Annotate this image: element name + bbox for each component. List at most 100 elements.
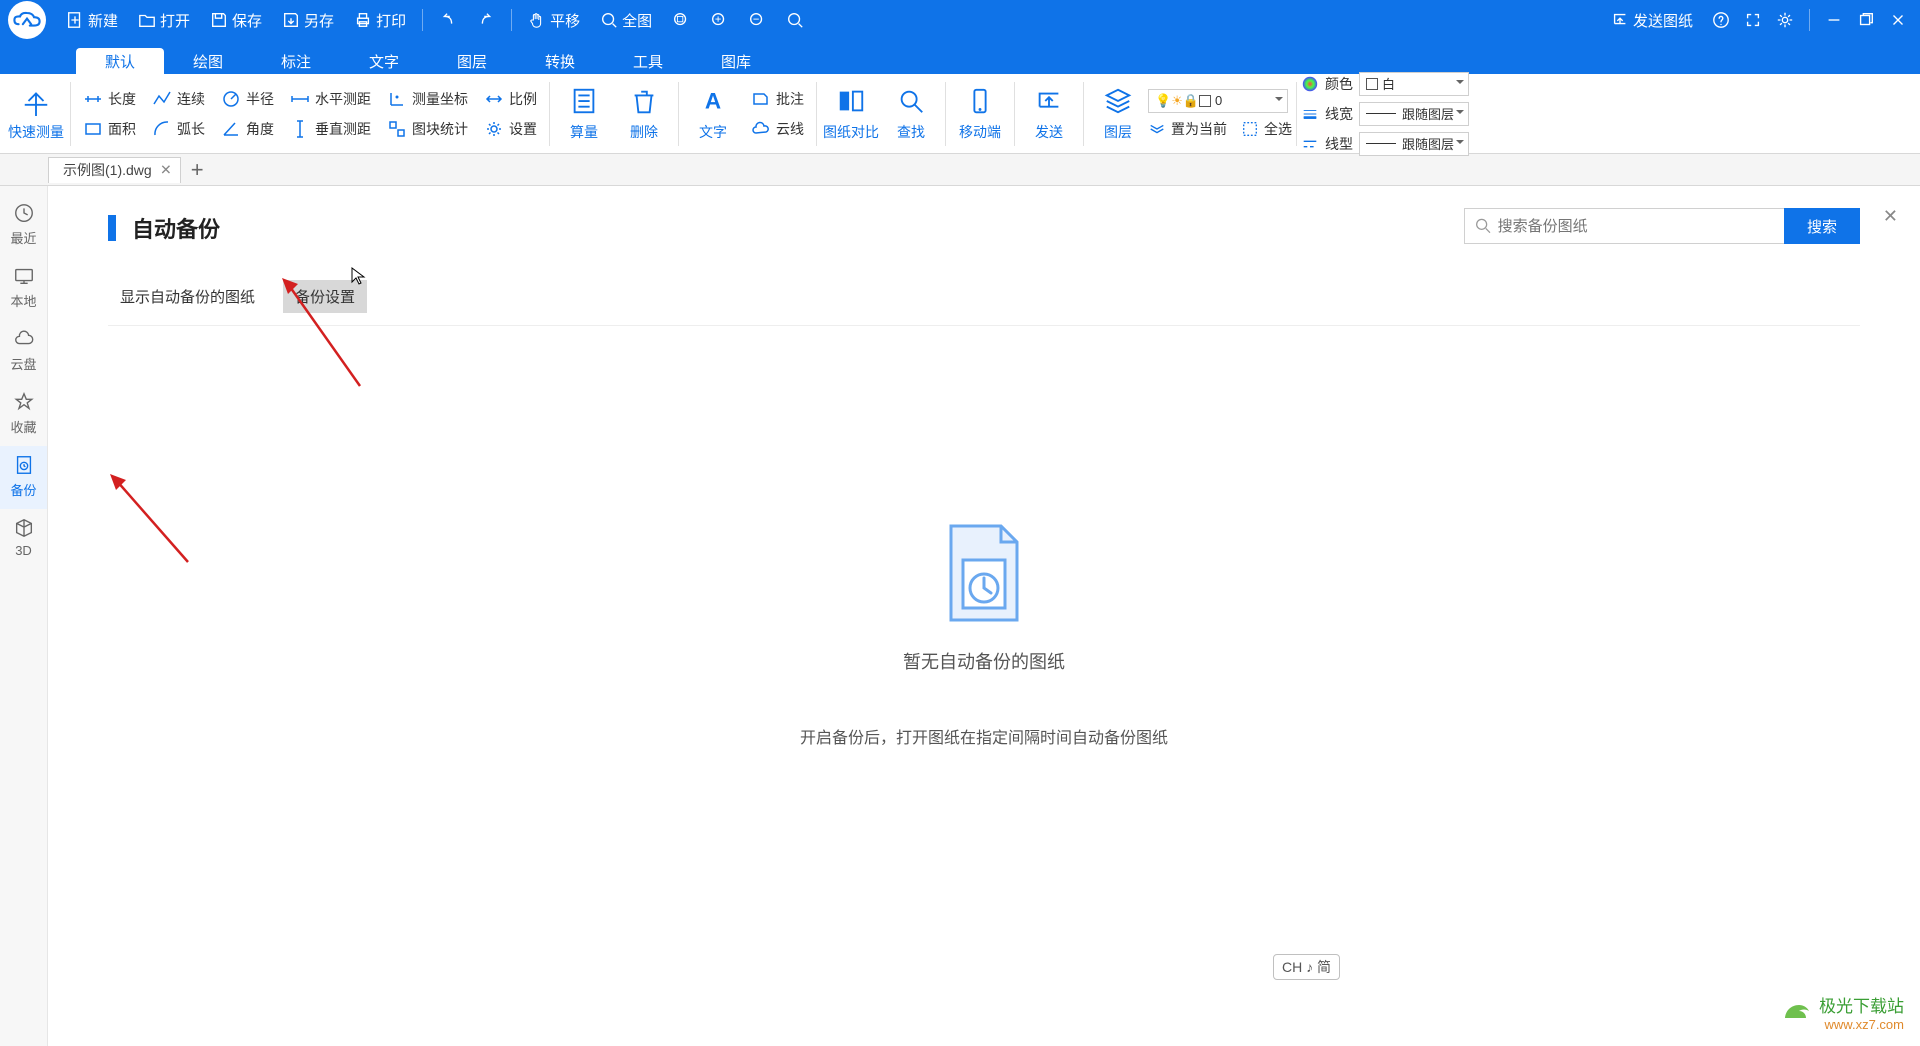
lineweight-label: 线宽	[1325, 104, 1353, 124]
title-accent	[108, 215, 116, 241]
send-button[interactable]: 发送	[1019, 78, 1079, 150]
sidebar-item-local[interactable]: 本地	[0, 257, 47, 320]
vdist-button[interactable]: 垂直测距	[282, 116, 379, 142]
tab-convert[interactable]: 转换	[516, 48, 604, 74]
settings-button[interactable]: 设置	[476, 116, 545, 142]
color-label: 颜色	[1325, 74, 1353, 94]
angle-button[interactable]: 角度	[213, 116, 282, 142]
calc-button[interactable]: 算量	[554, 78, 614, 150]
empty-title: 暂无自动备份的图纸	[903, 648, 1065, 674]
sidebar-item-favorites[interactable]: 收藏	[0, 383, 47, 446]
empty-icon	[931, 518, 1037, 628]
annotate-button[interactable]: 批注	[743, 86, 812, 112]
hdist-button[interactable]: 水平测距	[282, 86, 379, 112]
bulb-icon: 💡	[1155, 93, 1171, 109]
fit-button[interactable]: 全图	[590, 0, 662, 40]
app-logo	[8, 1, 46, 39]
zoom-reset-button[interactable]	[776, 0, 814, 40]
mobile-button[interactable]: 移动端	[950, 78, 1010, 150]
annotation-arrow-1	[108, 472, 198, 572]
send-drawing-button[interactable]: 发送图纸	[1601, 10, 1703, 31]
new-button[interactable]: 新建	[56, 0, 128, 40]
hand-button[interactable]: 平移	[518, 0, 590, 40]
empty-subtitle: 开启备份后，打开图纸在指定间隔时间自动备份图纸	[800, 724, 1168, 748]
area-button[interactable]: 面积	[75, 116, 144, 142]
select-all-button[interactable]: 全选	[1233, 119, 1292, 139]
close-icon[interactable]	[1884, 6, 1912, 34]
tab-library[interactable]: 图库	[692, 48, 780, 74]
length-button[interactable]: 长度	[75, 86, 144, 112]
cloud-button[interactable]: 云线	[743, 116, 812, 142]
separator	[422, 9, 423, 31]
watermark: 极光下载站 www.xz7.com	[1779, 992, 1904, 1032]
lock-icon: 🔒	[1183, 93, 1199, 109]
separator	[511, 9, 512, 31]
sun-icon: ☀	[1171, 93, 1183, 109]
subtab-show-backups[interactable]: 显示自动备份的图纸	[108, 280, 267, 313]
close-icon[interactable]: ✕	[160, 162, 172, 179]
file-tabs: 示例图(1).dwg ✕ +	[0, 154, 1920, 186]
set-current-button[interactable]: 置为当前	[1148, 119, 1227, 139]
color-dropdown[interactable]: 白	[1359, 72, 1469, 96]
watermark-icon	[1779, 995, 1813, 1029]
linetype-label: 线型	[1325, 134, 1353, 154]
zoom-out-button[interactable]	[738, 0, 776, 40]
search-input-wrapper[interactable]	[1464, 208, 1784, 244]
title-bar: 新建 打开 保存 另存 打印 平移 全图 发送图纸	[0, 0, 1920, 40]
tab-annotate[interactable]: 标注	[252, 48, 340, 74]
file-tab[interactable]: 示例图(1).dwg ✕	[48, 157, 181, 183]
compare-button[interactable]: 图纸对比	[821, 78, 881, 150]
lineweight-dropdown[interactable]: 跟随图层	[1359, 102, 1469, 126]
radius-button[interactable]: 半径	[213, 86, 282, 112]
maximize-icon[interactable]	[1852, 6, 1880, 34]
ime-indicator: CH ♪ 简	[1273, 954, 1340, 980]
redo-button[interactable]	[467, 0, 505, 40]
layer-button[interactable]: 图层	[1088, 78, 1148, 150]
sidebar: 最近 本地 云盘 收藏 备份 3D	[0, 186, 48, 1046]
layer-dropdown[interactable]: 💡 ☀ 🔒 0	[1148, 89, 1288, 113]
sidebar-item-3d[interactable]: 3D	[0, 509, 47, 568]
quick-measure-button[interactable]: 快速测量	[6, 78, 66, 150]
fullscreen-icon[interactable]	[1739, 6, 1767, 34]
linetype-dropdown[interactable]: 跟随图层	[1359, 132, 1469, 156]
sidebar-item-backup[interactable]: 备份	[0, 446, 47, 509]
empty-state: 暂无自动备份的图纸 开启备份后，打开图纸在指定间隔时间自动备份图纸	[800, 518, 1168, 748]
saveas-button[interactable]: 另存	[272, 0, 344, 40]
open-button[interactable]: 打开	[128, 0, 200, 40]
tab-layer[interactable]: 图层	[428, 48, 516, 74]
lineweight-icon	[1301, 105, 1319, 123]
scale-button[interactable]: 比例	[476, 86, 545, 112]
print-button[interactable]: 打印	[344, 0, 416, 40]
zoom-window-button[interactable]	[662, 0, 700, 40]
settings-icon[interactable]	[1771, 6, 1799, 34]
sidebar-item-recent[interactable]: 最近	[0, 194, 47, 257]
save-button[interactable]: 保存	[200, 0, 272, 40]
add-tab-button[interactable]: +	[191, 157, 204, 183]
color-icon	[1301, 75, 1319, 93]
tab-text[interactable]: 文字	[340, 48, 428, 74]
sidebar-item-cloud[interactable]: 云盘	[0, 320, 47, 383]
find-button[interactable]: 查找	[881, 78, 941, 150]
zoom-in-button[interactable]	[700, 0, 738, 40]
minimize-icon[interactable]	[1820, 6, 1848, 34]
arc-button[interactable]: 弧长	[144, 116, 213, 142]
separator	[1809, 9, 1810, 31]
help-icon[interactable]	[1707, 6, 1735, 34]
search-input[interactable]	[1498, 218, 1774, 235]
tab-draw[interactable]: 绘图	[164, 48, 252, 74]
tab-tools[interactable]: 工具	[604, 48, 692, 74]
subtab-backup-settings[interactable]: 备份设置	[283, 280, 367, 313]
tab-default[interactable]: 默认	[76, 48, 164, 74]
svg-text:A: A	[705, 88, 721, 113]
continuous-button[interactable]: 连续	[144, 86, 213, 112]
blockstat-button[interactable]: 图块统计	[379, 116, 476, 142]
ribbon: 快速测量 长度 面积 连续 弧长 半径 角度 水平测距 垂直测距 测量坐标 图块…	[0, 74, 1920, 154]
menu-tabs: 默认 绘图 标注 文字 图层 转换 工具 图库	[0, 40, 1920, 74]
text-button[interactable]: A文字	[683, 78, 743, 150]
search-button[interactable]: 搜索	[1784, 208, 1860, 244]
undo-button[interactable]	[429, 0, 467, 40]
search-icon	[1475, 217, 1492, 235]
coord-button[interactable]: 测量坐标	[379, 86, 476, 112]
close-page-icon[interactable]: ✕	[1883, 206, 1898, 227]
delete-button[interactable]: 删除	[614, 78, 674, 150]
